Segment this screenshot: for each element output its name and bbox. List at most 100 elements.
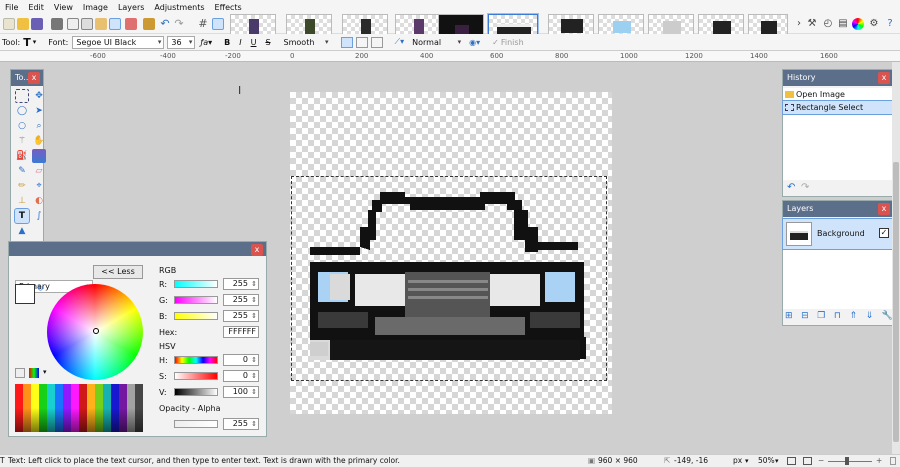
zoom-in-icon[interactable]: +	[876, 455, 882, 467]
move-selected-icon[interactable]: ✥	[32, 89, 46, 103]
history-item[interactable]: Open Image	[783, 88, 893, 101]
alpha-value-input[interactable]: 255	[223, 418, 259, 430]
saturation-value-input[interactable]: 0	[223, 370, 259, 382]
paintbrush-icon[interactable]: ✎	[15, 164, 29, 178]
zoom-fit-icon[interactable]	[787, 457, 796, 465]
bold-button[interactable]: B	[224, 38, 230, 47]
colors-icon[interactable]	[852, 18, 864, 30]
cut-icon[interactable]	[67, 18, 79, 30]
color-wheel-cursor[interactable]	[93, 328, 99, 334]
swap-colors-icon[interactable]: ↻	[37, 284, 44, 293]
font-rendering-icon[interactable]: ƒa▾	[200, 38, 212, 47]
saturation-slider[interactable]	[174, 372, 218, 380]
open-icon[interactable]	[17, 18, 29, 30]
green-value-input[interactable]: 255	[223, 294, 259, 306]
undo-icon[interactable]: ↶	[787, 182, 795, 193]
menu-image[interactable]: Image	[78, 3, 113, 12]
grid-icon[interactable]: #	[197, 18, 209, 30]
zoom-actual-icon[interactable]	[803, 457, 812, 465]
deselect-icon[interactable]	[125, 18, 137, 30]
pan-icon[interactable]: ✋	[32, 134, 46, 148]
close-icon[interactable]: x	[251, 244, 263, 256]
antialias-select[interactable]: Smooth	[280, 36, 332, 49]
eraser-icon[interactable]: ▱	[32, 164, 46, 178]
zoom-out-icon[interactable]: −	[818, 455, 824, 467]
chevron-down-icon[interactable]: ▾	[745, 455, 749, 467]
rectangle-selection[interactable]	[291, 176, 607, 381]
delete-layer-icon[interactable]: ⊟	[801, 311, 809, 323]
zoom-slider-thumb[interactable]	[845, 457, 849, 465]
clone-stamp-icon[interactable]: ⊥	[15, 194, 29, 208]
finish-button[interactable]: Finish	[501, 38, 524, 47]
blend-mode-select[interactable]: Normal	[408, 36, 464, 49]
menu-adjustments[interactable]: Adjustments	[149, 3, 209, 12]
save-icon[interactable]	[31, 18, 43, 30]
layer-row[interactable]: Background ✓	[782, 218, 894, 250]
tools-icon[interactable]: ⚒	[806, 18, 818, 30]
selection-mode-icon[interactable]: ◉▾	[469, 38, 480, 47]
merge-layer-icon[interactable]: ⊓	[834, 311, 841, 323]
font-select[interactable]: Segoe UI Black	[72, 35, 165, 49]
ellipse-select-icon[interactable]: ○	[15, 119, 29, 133]
scroll-right-icon[interactable]: ›	[793, 18, 805, 30]
primary-color-swatch[interactable]	[15, 284, 35, 304]
erase-selection-icon[interactable]	[143, 18, 155, 30]
undo-icon[interactable]: ↶	[159, 18, 171, 30]
history-icon[interactable]: ◴	[822, 18, 834, 30]
redo-icon[interactable]: ↷	[173, 18, 185, 30]
paste-icon[interactable]	[95, 18, 107, 30]
lasso-select-icon[interactable]: ◯	[15, 104, 29, 118]
hex-input[interactable]: FFFFFF	[223, 326, 259, 338]
palette-add-icon[interactable]	[15, 368, 25, 378]
recolor-icon[interactable]: ◐	[32, 194, 46, 208]
pencil-icon[interactable]: ✏	[15, 179, 29, 193]
copy-icon[interactable]	[81, 18, 93, 30]
align-right-icon[interactable]	[370, 36, 383, 48]
zoom-level[interactable]: 50%	[758, 455, 775, 467]
close-icon[interactable]: x	[28, 72, 40, 84]
align-left-icon[interactable]	[340, 36, 353, 48]
menu-view[interactable]: View	[49, 3, 78, 12]
menu-effects[interactable]: Effects	[210, 3, 247, 12]
alpha-slider[interactable]	[174, 420, 218, 428]
help-icon[interactable]: ?	[884, 18, 896, 30]
gradient-icon[interactable]	[32, 149, 46, 163]
print-icon[interactable]	[51, 18, 63, 30]
red-value-input[interactable]: 255	[223, 278, 259, 290]
hue-slider[interactable]	[174, 356, 218, 364]
close-icon[interactable]: x	[878, 203, 890, 215]
red-slider[interactable]	[174, 280, 218, 288]
chevron-down-icon[interactable]: ▾	[43, 368, 47, 376]
move-selection-icon[interactable]: ➤	[32, 104, 46, 118]
text-tool-icon[interactable]: T	[23, 36, 31, 49]
layers-icon[interactable]: ▤	[837, 18, 849, 30]
redo-icon[interactable]: ↷	[801, 182, 809, 193]
layer-visibility-checkbox[interactable]: ✓	[879, 228, 889, 238]
green-slider[interactable]	[174, 296, 218, 304]
chevron-down-icon[interactable]: ▾	[775, 455, 779, 467]
scrollbar-thumb[interactable]	[893, 162, 899, 442]
blue-value-input[interactable]: 255	[223, 310, 259, 322]
unit-select[interactable]: px	[733, 455, 742, 467]
resize-grip-icon[interactable]	[890, 457, 896, 465]
magic-wand-icon[interactable]: ⚚	[15, 134, 29, 148]
menu-layers[interactable]: Layers	[113, 3, 149, 12]
shapes-icon[interactable]: ▲	[15, 224, 29, 238]
close-icon[interactable]: x	[878, 72, 890, 84]
color-picker-icon[interactable]: ⌖	[32, 179, 46, 193]
less-button[interactable]: << Less	[93, 265, 143, 279]
move-layer-up-icon[interactable]: ⇑	[850, 311, 858, 323]
paint-bucket-icon[interactable]: ⛽	[15, 149, 29, 163]
text-icon[interactable]: T	[14, 208, 30, 224]
history-item-selected[interactable]: Rectangle Select	[782, 100, 894, 115]
vertical-scrollbar[interactable]	[892, 62, 900, 454]
settings-gear-icon[interactable]: ⚙	[868, 18, 880, 30]
line-curve-icon[interactable]: ∫	[32, 209, 46, 223]
move-layer-down-icon[interactable]: ⇓	[866, 311, 874, 323]
palette-menu-icon[interactable]	[29, 368, 39, 378]
zoom-slider[interactable]	[828, 461, 872, 462]
align-center-icon[interactable]	[355, 36, 368, 48]
value-value-input[interactable]: 100	[223, 386, 259, 398]
hue-value-input[interactable]: 0	[223, 354, 259, 366]
font-size-select[interactable]: 36	[167, 35, 196, 49]
